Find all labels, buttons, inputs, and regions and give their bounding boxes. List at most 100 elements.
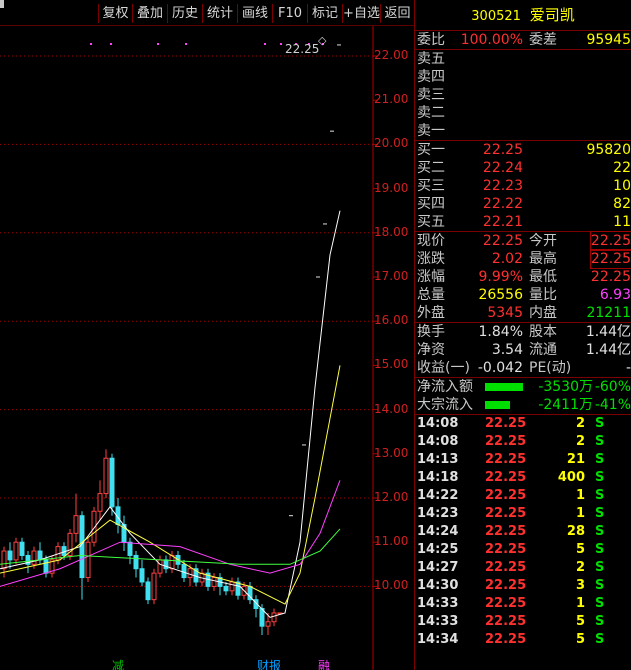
trade-row[interactable]: 14:27 22.25 2 S <box>415 559 631 577</box>
margin-tag[interactable]: 融 <box>318 659 330 670</box>
trade-row[interactable]: 14:25 22.25 5 S <box>415 541 631 559</box>
trade-row[interactable]: 14:33 22.25 1 S <box>415 595 631 613</box>
trade-time: 14:08 <box>417 434 459 449</box>
f10-button[interactable]: F10 <box>272 4 307 23</box>
price-tick-label: 17.00 <box>374 269 409 283</box>
candlesticks <box>1 44 341 636</box>
trade-row[interactable]: 14:13 22.25 21 S <box>415 451 631 469</box>
weicha-value: 95945 <box>586 32 631 48</box>
trade-time: 14:22 <box>417 488 459 503</box>
trade-row[interactable]: 14:08 22.25 2 S <box>415 415 631 433</box>
trade-volume: 5 <box>575 632 585 647</box>
candle-body <box>133 554 139 570</box>
signal-dot <box>185 43 187 45</box>
price-tick-label: 21.00 <box>374 92 409 107</box>
sell-level-label: 卖五 <box>417 51 445 67</box>
trade-row[interactable]: 14:33 22.25 5 S <box>415 613 631 631</box>
price-tick-label: 16.00 <box>374 313 409 328</box>
kline-chart[interactable]: 22.00 21.00 20.00 19.00 18.00 17.00 16.00 15.00… <box>0 26 414 670</box>
trade-row[interactable]: 14:22 22.25 1 S <box>415 487 631 505</box>
reduce-holding-tag[interactable]: 减 <box>112 659 124 670</box>
trade-price: 22.25 <box>485 470 527 485</box>
overlay-button[interactable]: 叠加 <box>132 4 167 23</box>
flow-bar <box>485 383 523 391</box>
candle-body <box>229 581 235 592</box>
trade-price: 22.25 <box>485 524 527 539</box>
price-tick-label: 12.00 <box>374 490 409 504</box>
flow-value: -3530万 <box>538 379 593 395</box>
trade-side: S <box>595 614 605 629</box>
fundamental-value: -0.042 <box>477 360 523 376</box>
buy-price: 22.23 <box>482 178 523 194</box>
trade-row[interactable]: 14:08 22.25 2 S <box>415 433 631 451</box>
financial-report-tag[interactable]: 财报 <box>257 659 281 670</box>
quote-stats: 现价 22.25 今开 22.25 涨跌 2.02 最高 22.25 涨幅 9.99% 最低 22.2… <box>415 231 631 322</box>
buy-orders: 买一 22.25 95820 买二 22.24 22 买三 22.23 10 买四 22.22 82 买… <box>415 141 631 231</box>
buy-price: 22.25 <box>482 142 523 158</box>
trade-row[interactable]: 14:34 22.25 5 S <box>415 631 631 649</box>
trade-volume: 2 <box>575 416 585 431</box>
trade-side: S <box>595 452 605 467</box>
history-button[interactable]: 历史 <box>167 4 202 23</box>
fundamental-label: 换手 <box>417 324 445 340</box>
trade-side: S <box>595 416 605 431</box>
candle-body <box>169 554 175 570</box>
buy-level-label: 买一 <box>417 142 445 158</box>
buy-row: 买一 22.25 95820 <box>415 141 631 159</box>
sell-row: 卖三 <box>415 86 631 104</box>
candle-body <box>1 550 7 570</box>
add-watchlist-button[interactable]: +自选 <box>342 4 380 23</box>
trade-volume: 1 <box>575 596 585 611</box>
trade-row[interactable]: 14:30 22.25 3 S <box>415 577 631 595</box>
price-tick-label: 15.00 <box>374 357 409 372</box>
trade-volume: 5 <box>575 542 585 557</box>
trade-row[interactable]: 14:18 22.25 400 S <box>415 469 631 487</box>
candle-body <box>127 541 133 556</box>
price-tick-label: 13.00 <box>374 445 409 460</box>
candle-body <box>37 550 43 561</box>
price-tick-label: 10.00 <box>374 578 409 593</box>
fundamental-label-2: PE(动) <box>529 360 572 376</box>
stat-label-2: 今开 <box>529 233 557 249</box>
candle-body <box>187 568 193 579</box>
candle-body <box>73 515 79 534</box>
fundamental-row: 换手 1.84% 股本 1.44亿 <box>415 323 631 341</box>
high-price-label: 22.25 <box>285 42 320 56</box>
sell-row: 卖二 <box>415 104 631 122</box>
candle-body <box>103 457 109 495</box>
trade-side: S <box>595 434 605 449</box>
fuquan-button[interactable]: 复权 <box>98 4 132 23</box>
trade-side: S <box>595 470 605 485</box>
stat-label-2: 内盘 <box>529 305 557 321</box>
trade-time: 14:08 <box>417 416 459 431</box>
kline-canvas[interactable] <box>0 26 414 670</box>
statistics-button[interactable]: 统计 <box>202 4 237 23</box>
trade-row[interactable]: 14:24 22.25 28 S <box>415 523 631 541</box>
fundamental-label: 净资 <box>417 342 445 358</box>
candle-body <box>265 621 271 627</box>
flow-bar <box>485 401 510 409</box>
sell-row: 卖五 <box>415 50 631 68</box>
weibi-label: 委比 <box>417 32 445 48</box>
trade-volume: 2 <box>575 560 585 575</box>
diamond-icon: ◇ <box>318 34 327 47</box>
candle-body <box>163 559 169 570</box>
buy-level-label: 买四 <box>417 196 445 212</box>
buy-price: 22.24 <box>482 160 523 176</box>
trade-price: 22.25 <box>485 434 527 449</box>
trade-row[interactable]: 14:23 22.25 1 S <box>415 505 631 523</box>
trade-side: S <box>595 560 605 575</box>
stat-value-2: 22.25 <box>589 249 631 269</box>
stat-value: 26556 <box>478 287 523 303</box>
back-button[interactable]: 返回 <box>380 4 414 23</box>
trade-time: 14:13 <box>417 452 459 467</box>
trade-time: 14:27 <box>417 560 459 575</box>
candle-body <box>13 541 19 561</box>
draw-line-button[interactable]: 画线 <box>237 4 272 23</box>
mark-button[interactable]: 标记 <box>307 4 342 23</box>
buy-volume: 95820 <box>586 142 631 158</box>
trade-time: 14:25 <box>417 542 459 557</box>
flow-label: 大宗流入 <box>417 397 473 413</box>
tick-trades[interactable]: 14:08 22.25 2 S 14:08 22.25 2 S 14:13 22.25 21 S 14:… <box>415 415 631 649</box>
candle-body <box>19 541 25 556</box>
